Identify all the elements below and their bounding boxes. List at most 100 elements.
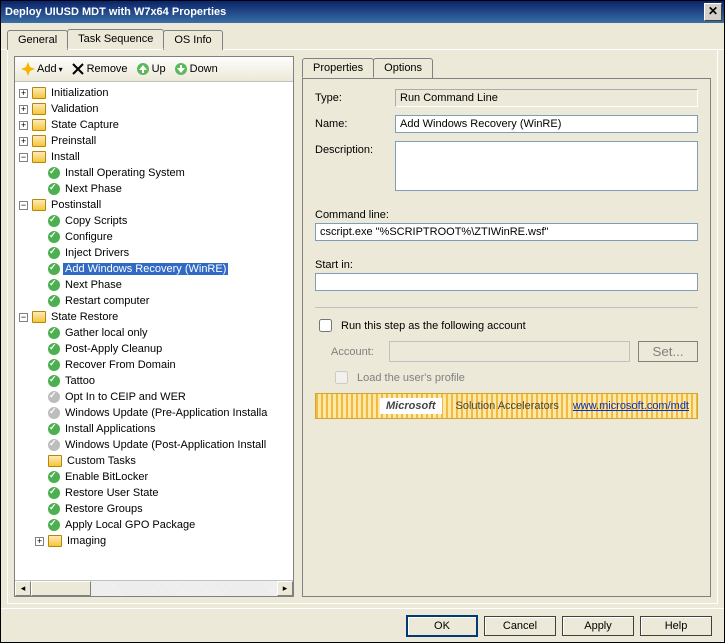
- tree-step-recover-domain[interactable]: Recover From Domain: [35, 357, 291, 373]
- add-button[interactable]: Add ▾: [19, 61, 65, 77]
- check-icon: [48, 295, 60, 307]
- tree-step-inject-drivers[interactable]: Inject Drivers: [35, 245, 291, 261]
- help-button[interactable]: Help: [640, 616, 712, 636]
- tree-node-state-capture[interactable]: +State Capture: [19, 117, 291, 133]
- tree-step-restore-groups[interactable]: Restore Groups: [35, 501, 291, 517]
- brand-product: Solution Accelerators: [456, 400, 559, 412]
- horizontal-scrollbar[interactable]: ◂ ▸: [15, 580, 293, 596]
- tab-properties[interactable]: Properties: [302, 58, 374, 78]
- tree-node-custom-tasks[interactable]: Custom Tasks: [35, 453, 291, 469]
- up-arrow-icon: [136, 62, 150, 76]
- tree-toolbar: Add ▾ Remove Up Down: [15, 57, 293, 82]
- tree-node-initialization[interactable]: +Initialization: [19, 85, 291, 101]
- down-arrow-icon: [174, 62, 188, 76]
- help-link[interactable]: www.microsoft.com/mdt: [573, 400, 689, 412]
- apply-button[interactable]: Apply: [562, 616, 634, 636]
- account-label: Account:: [331, 346, 381, 358]
- check-icon: [48, 423, 60, 435]
- tab-task-sequence[interactable]: Task Sequence: [67, 29, 164, 49]
- disabled-step-icon: [48, 439, 60, 451]
- check-icon: [48, 503, 60, 515]
- add-star-icon: [21, 62, 35, 76]
- tree-node-state-restore[interactable]: −State Restore: [19, 309, 291, 325]
- tree-node-preinstall[interactable]: +Preinstall: [19, 133, 291, 149]
- tree-step-next-phase-2[interactable]: Next Phase: [35, 277, 291, 293]
- tree-node-imaging[interactable]: +Imaging: [35, 533, 291, 549]
- folder-icon: [32, 311, 46, 323]
- cancel-button[interactable]: Cancel: [484, 616, 556, 636]
- remove-x-icon: [71, 62, 85, 76]
- check-icon: [48, 215, 60, 227]
- run-as-label: Run this step as the following account: [341, 320, 526, 332]
- check-icon: [48, 247, 60, 259]
- tree-step-bitlocker[interactable]: Enable BitLocker: [35, 469, 291, 485]
- window-title: Deploy UIUSD MDT with W7x64 Properties: [5, 6, 226, 18]
- check-icon: [48, 519, 60, 531]
- tree-step-copy-scripts[interactable]: Copy Scripts: [35, 213, 291, 229]
- account-field: [389, 341, 630, 362]
- command-line-label: Command line:: [315, 209, 698, 221]
- tree-step-wu-post[interactable]: Windows Update (Post-Application Install: [35, 437, 291, 453]
- properties-pane: Properties Options Type: Name: Descripti…: [302, 56, 711, 597]
- folder-icon: [32, 135, 46, 147]
- tree-step-next-phase[interactable]: Next Phase: [35, 181, 291, 197]
- folder-icon: [32, 119, 46, 131]
- tree-step-wu-pre[interactable]: Windows Update (Pre-Application Installa: [35, 405, 291, 421]
- check-icon: [48, 327, 60, 339]
- up-button[interactable]: Up: [134, 61, 168, 77]
- tree-step-restart[interactable]: Restart computer: [35, 293, 291, 309]
- tree-node-install[interactable]: −Install: [19, 149, 291, 165]
- tree-step-add-winre[interactable]: Add Windows Recovery (WinRE): [35, 261, 291, 277]
- dialog-button-row: OK Cancel Apply Help: [1, 608, 724, 642]
- tree-view[interactable]: +Initialization +Validation +State Captu…: [15, 82, 293, 580]
- name-field[interactable]: [395, 115, 698, 133]
- check-icon: [48, 263, 60, 275]
- check-icon: [48, 183, 60, 195]
- disabled-step-icon: [48, 407, 60, 419]
- load-profile-label: Load the user's profile: [357, 372, 465, 384]
- tree-step-gather[interactable]: Gather local only: [35, 325, 291, 341]
- check-icon: [48, 343, 60, 355]
- tab-options[interactable]: Options: [373, 58, 433, 78]
- tree-step-install-apps[interactable]: Install Applications: [35, 421, 291, 437]
- tab-general[interactable]: General: [7, 30, 68, 50]
- check-icon: [48, 167, 60, 179]
- start-in-field[interactable]: [315, 273, 698, 291]
- tree-node-postinstall[interactable]: −Postinstall: [19, 197, 291, 213]
- command-line-field[interactable]: [315, 223, 698, 241]
- tree-step-install-os[interactable]: Install Operating System: [35, 165, 291, 181]
- content-area: Add ▾ Remove Up Down +Initiali: [7, 50, 718, 604]
- dialog-window: Deploy UIUSD MDT with W7x64 Properties ✕…: [0, 0, 725, 643]
- description-label: Description:: [315, 141, 395, 156]
- check-icon: [48, 471, 60, 483]
- check-icon: [48, 279, 60, 291]
- check-icon: [48, 487, 60, 499]
- tree-step-configure[interactable]: Configure: [35, 229, 291, 245]
- scroll-left-icon[interactable]: ◂: [15, 581, 31, 596]
- down-button[interactable]: Down: [172, 61, 220, 77]
- close-button[interactable]: ✕: [704, 3, 722, 21]
- tree-node-validation[interactable]: +Validation: [19, 101, 291, 117]
- set-button: Set...: [638, 341, 698, 362]
- check-icon: [48, 375, 60, 387]
- dropdown-arrow-icon: ▾: [59, 65, 63, 74]
- tree-step-gpo[interactable]: Apply Local GPO Package: [35, 517, 291, 533]
- tab-os-info[interactable]: OS Info: [163, 30, 222, 50]
- ok-button[interactable]: OK: [406, 615, 478, 637]
- tree-step-tattoo[interactable]: Tattoo: [35, 373, 291, 389]
- footer-strip: Microsoft Solution Accelerators www.micr…: [315, 393, 698, 419]
- tree-step-post-apply[interactable]: Post-Apply Cleanup: [35, 341, 291, 357]
- titlebar: Deploy UIUSD MDT with W7x64 Properties ✕: [1, 1, 724, 23]
- tree-step-ceip[interactable]: Opt In to CEIP and WER: [35, 389, 291, 405]
- description-field[interactable]: [395, 141, 698, 191]
- remove-button[interactable]: Remove: [69, 61, 130, 77]
- run-as-checkbox[interactable]: [319, 319, 332, 332]
- scroll-right-icon[interactable]: ▸: [277, 581, 293, 596]
- scroll-thumb[interactable]: [31, 581, 91, 596]
- check-icon: [48, 231, 60, 243]
- tree-step-restore-user[interactable]: Restore User State: [35, 485, 291, 501]
- properties-panel: Type: Name: Description: Command line: S…: [302, 78, 711, 597]
- folder-icon: [32, 103, 46, 115]
- sub-tabstrip: Properties Options: [302, 56, 711, 78]
- name-label: Name:: [315, 115, 395, 130]
